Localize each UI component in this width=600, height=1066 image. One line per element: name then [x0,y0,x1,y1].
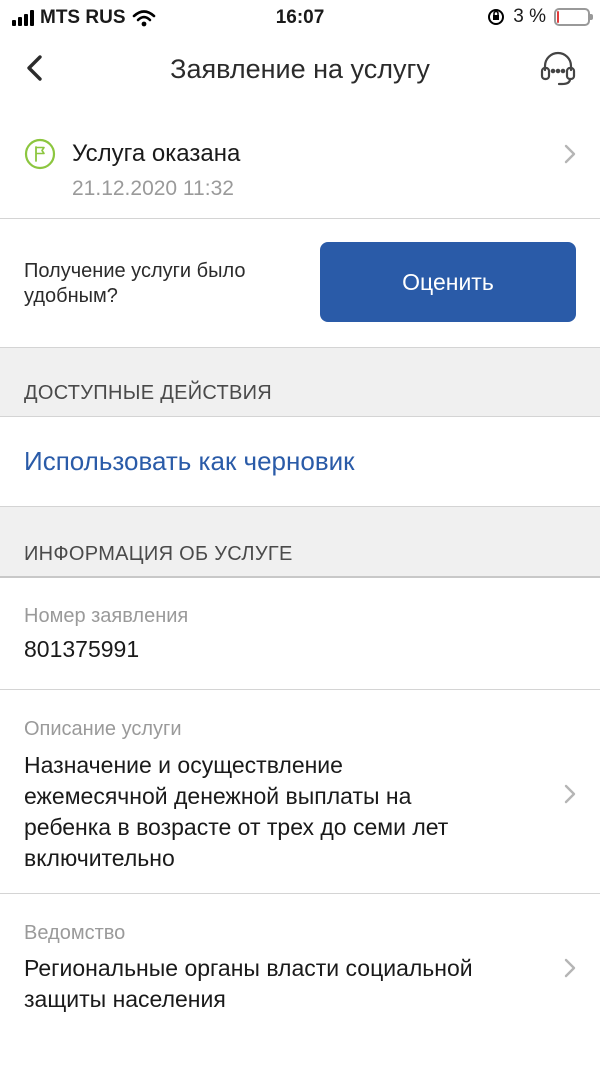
rating-question: Получение услуги было удобным? [24,260,246,307]
department-value: Региональные органы власти социальной за… [24,953,564,1015]
rate-button[interactable]: Оценить [320,242,576,322]
department-line: защиты населения [24,986,226,1012]
status-date: 21.12.2020 11:32 [72,177,234,200]
battery-level [557,11,559,23]
description-value: Назначение и осуществление ежемесячной д… [24,750,544,874]
description-line: включительно [24,845,175,871]
status-title: Услуга оказана [72,140,241,167]
actions-section-header: ДОСТУПНЫЕ ДЕЙСТВИЯ [0,347,600,417]
status-bar: MTS RUS 16:07 3 % [0,0,600,34]
description-line: Назначение и осуществление [24,752,343,778]
info-header-label: ИНФОРМАЦИЯ ОБ УСЛУГЕ [24,543,293,565]
orientation-lock-icon [488,9,505,25]
info-section-header: ИНФОРМАЦИЯ ОБ УСЛУГЕ [0,506,600,578]
divider [0,893,600,894]
chevron-right-icon [564,144,576,164]
headset-icon [540,51,576,86]
battery-icon [554,8,593,26]
department-line: Региональные органы власти социальной [24,955,473,981]
application-number-label: Номер заявления [24,605,189,627]
chevron-right-icon [564,784,576,804]
application-number-value: 801375991 [24,636,140,662]
page-title: Заявление на услугу [170,54,430,84]
description-line: ежемесячной денежной выплаты на [24,783,412,809]
battery-percent: 3 % [513,6,546,27]
flag-icon [24,138,56,170]
use-as-draft-link[interactable]: Использовать как черновик [24,446,355,477]
service-status-row[interactable]: Услуга оказана 21.12.2020 11:32 [0,120,600,218]
department-label: Ведомство [24,922,126,944]
rating-row: Получение услуги было удобным? Оценить [0,219,600,347]
chevron-right-icon [564,958,576,978]
nav-bar: Заявление на услугу [0,34,600,104]
description-line: ребенка в возрасте от трех до семи лет [24,814,449,840]
support-button[interactable] [538,48,578,88]
actions-header-label: ДОСТУПНЫЕ ДЕЙСТВИЯ [24,382,273,404]
description-label: Описание услуги [24,718,182,740]
divider [0,689,600,690]
status-bar-right: 3 % [487,6,593,28]
